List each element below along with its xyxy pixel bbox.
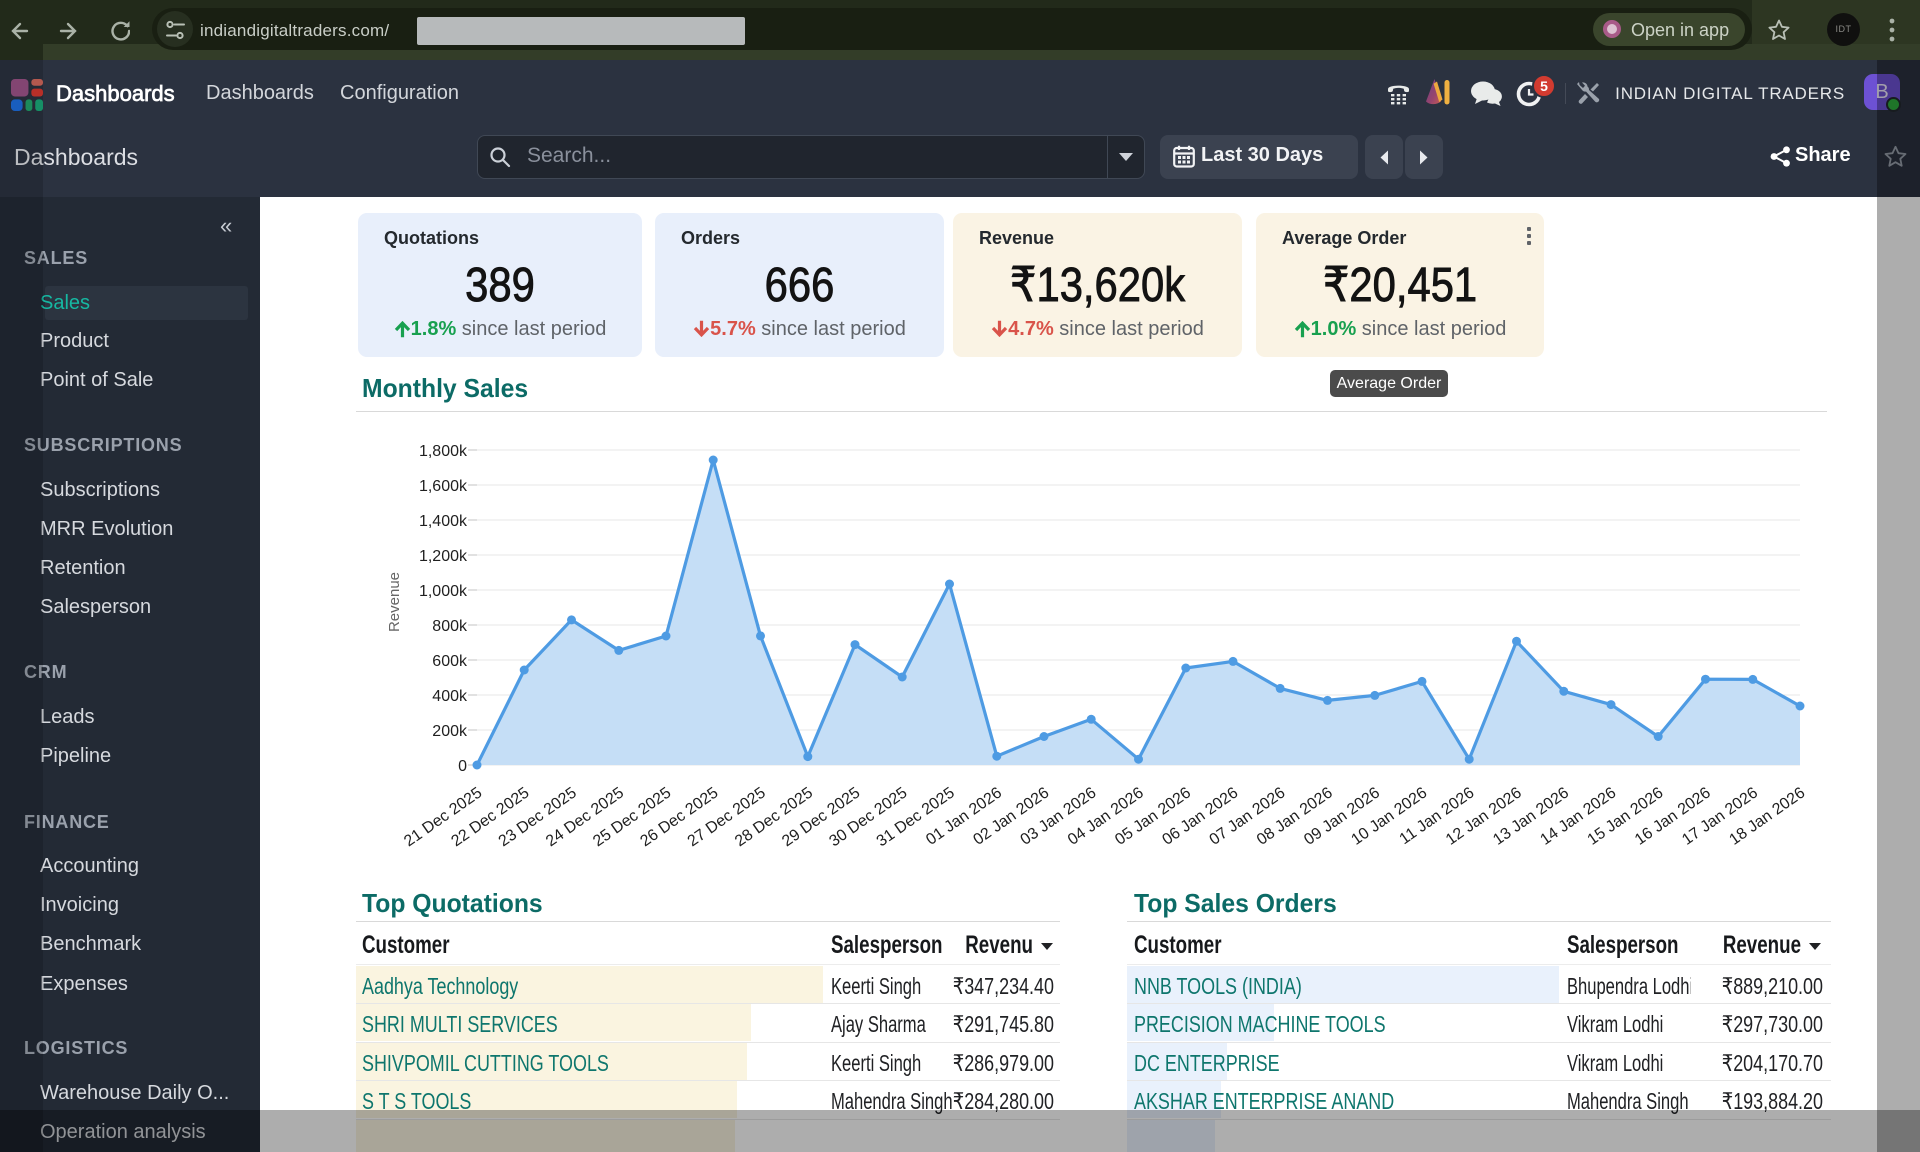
svg-text:1,600k: 1,600k	[419, 478, 468, 495]
svg-text:1,200k: 1,200k	[419, 548, 468, 565]
svg-text:0: 0	[458, 758, 467, 775]
svg-text:800k: 800k	[432, 618, 468, 635]
svg-text:1,000k: 1,000k	[419, 583, 468, 600]
svg-text:600k: 600k	[432, 653, 468, 670]
svg-text:200k: 200k	[432, 723, 468, 740]
svg-text:1,800k: 1,800k	[419, 443, 468, 460]
svg-text:21 Dec 2025: 21 Dec 2025	[401, 784, 485, 850]
svg-text:Revenue: Revenue	[386, 572, 403, 632]
svg-text:1,400k: 1,400k	[419, 513, 468, 530]
svg-text:400k: 400k	[432, 688, 468, 705]
